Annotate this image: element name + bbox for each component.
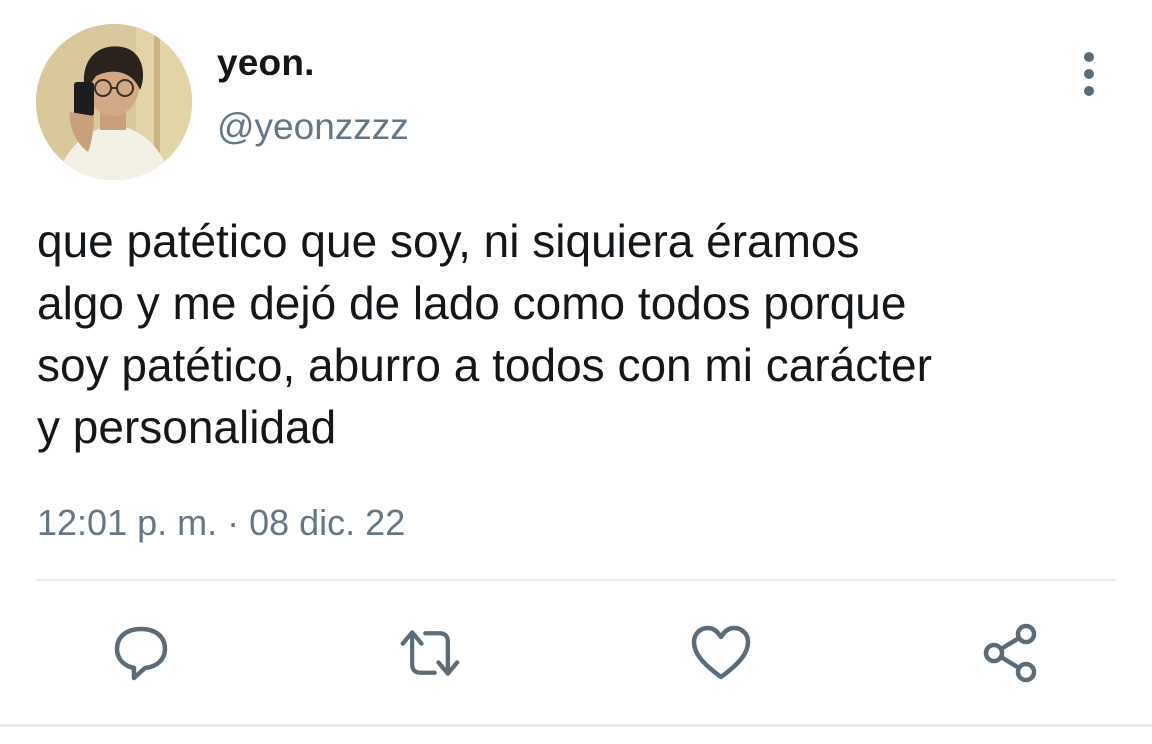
tweet-text: que patético que soy, ni siquiera éramos… xyxy=(37,215,932,453)
more-vertical-icon-dot xyxy=(1084,69,1094,79)
display-name[interactable]: yeon. xyxy=(217,42,315,84)
reply-button[interactable] xyxy=(110,622,172,684)
heart-icon xyxy=(691,625,751,680)
bottom-divider xyxy=(0,724,1152,727)
reply-icon xyxy=(114,626,168,681)
retweet-icon xyxy=(400,630,460,676)
more-options-button[interactable] xyxy=(1070,52,1108,96)
divider xyxy=(36,579,1116,581)
user-handle[interactable]: @yeonzzzz xyxy=(217,106,409,148)
avatar[interactable] xyxy=(36,24,192,180)
tweet-timestamp[interactable]: 12:01 p. m. · 08 dic. 22 xyxy=(37,502,405,544)
avatar-photo-icon xyxy=(36,24,192,180)
more-vertical-icon xyxy=(1084,52,1094,62)
like-button[interactable] xyxy=(690,622,752,684)
share-icon xyxy=(983,623,1037,683)
share-button[interactable] xyxy=(980,622,1042,684)
more-vertical-icon-dot xyxy=(1084,86,1094,96)
retweet-button[interactable] xyxy=(399,622,461,684)
tweet-card: yeon. @yeonzzzz que patético que soy, ni… xyxy=(0,0,1152,744)
